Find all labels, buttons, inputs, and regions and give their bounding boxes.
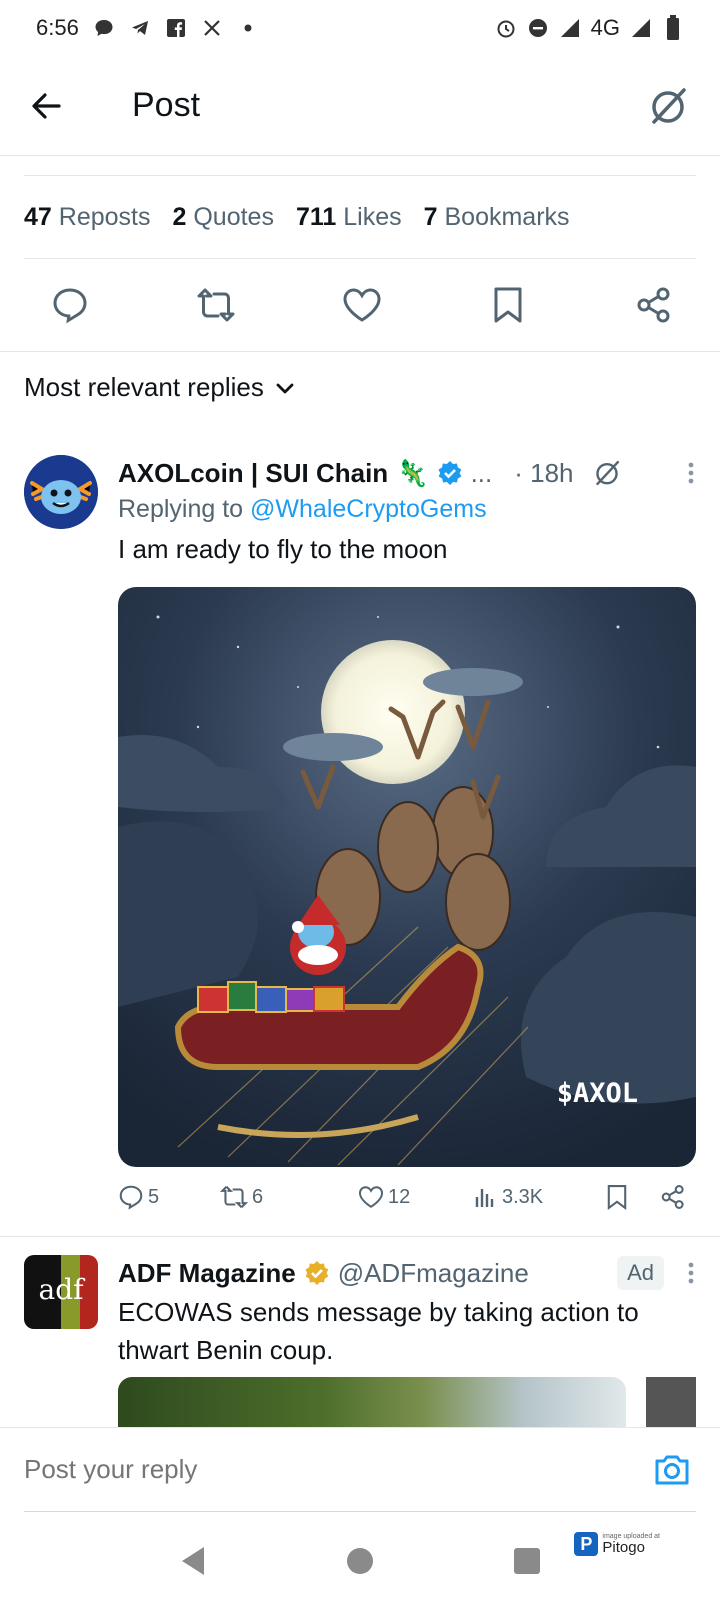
page-title: Post <box>132 86 201 124</box>
stat-quotes[interactable]: 2 Quotes <box>172 203 273 232</box>
replying-to: Replying to @WhaleCryptoGems <box>118 495 487 523</box>
bookmark-icon <box>494 287 522 323</box>
verified-badge-icon <box>438 461 461 485</box>
divider <box>0 1236 720 1237</box>
pitogo-watermark: P image uploaded at Pitogo <box>574 1532 660 1556</box>
nav-back-button[interactable] <box>173 1541 213 1581</box>
alarm-icon <box>495 17 517 39</box>
ad-author-name[interactable]: ADF Magazine <box>118 1258 296 1289</box>
reply-image[interactable]: $AXOL <box>118 587 696 1167</box>
triangle-back-icon <box>182 1547 205 1575</box>
bookmark-button[interactable] <box>484 281 532 329</box>
reply-input[interactable] <box>24 1454 648 1485</box>
grok-icon[interactable] <box>592 458 622 488</box>
reply-icon <box>53 288 87 324</box>
share-icon <box>661 1185 684 1209</box>
square-recents-icon <box>513 1548 540 1574</box>
axolotl-avatar-icon <box>24 455 98 529</box>
like-count-button[interactable]: 12 <box>358 1185 474 1209</box>
circle-home-icon <box>346 1548 373 1574</box>
name-ellipsis: ... <box>470 457 493 488</box>
dnd-icon <box>527 17 549 39</box>
share-button[interactable] <box>630 281 678 329</box>
like-button[interactable] <box>338 281 386 329</box>
stat-likes[interactable]: 711 Likes <box>296 203 402 232</box>
image-caption: $AXOL <box>556 1078 638 1109</box>
replying-handle-link[interactable]: @WhaleCryptoGems <box>250 495 487 523</box>
reply-icon <box>119 1185 143 1210</box>
ad-image[interactable] <box>118 1377 626 1427</box>
stat-reposts[interactable]: 47 Reposts <box>24 203 150 232</box>
reply-composer <box>0 1427 720 1522</box>
stat-bookmarks[interactable]: 7 Bookmarks <box>424 203 570 232</box>
status-time: 6:56 <box>36 15 79 40</box>
ad-image-secondary[interactable] <box>646 1377 696 1427</box>
like-icon <box>358 1186 384 1208</box>
status-bar: 6:56 4G <box>0 0 720 56</box>
reply-author-name[interactable]: AXOLcoin | SUI Chain <box>118 458 388 489</box>
verified-gold-badge-icon <box>305 1261 328 1285</box>
nav-home-button[interactable] <box>340 1541 380 1581</box>
chat-bubble-icon <box>93 17 115 39</box>
arrow-left-icon <box>32 92 61 119</box>
repost-button[interactable] <box>192 281 240 329</box>
bookmark-button[interactable] <box>606 1184 646 1210</box>
lizard-emoji: 🦎 <box>396 457 429 488</box>
views-icon <box>475 1189 494 1207</box>
grok-icon <box>652 87 686 124</box>
share-icon <box>637 287 670 323</box>
ad-avatar[interactable]: adf <box>24 1255 98 1329</box>
chevron-down-icon <box>276 383 294 393</box>
facebook-icon <box>165 17 187 39</box>
nav-recents-button[interactable] <box>507 1541 547 1581</box>
x-icon <box>201 17 223 39</box>
repost-icon <box>197 288 235 322</box>
post-stats: 47 Reposts 2 Quotes 711 Likes 7 Bookmark… <box>24 175 696 259</box>
dot-icon <box>237 17 259 39</box>
post-actions <box>24 259 696 351</box>
reply-count-button[interactable]: 5 <box>118 1184 220 1210</box>
ad-badge: Ad <box>617 1256 664 1290</box>
avatar[interactable] <box>24 455 98 529</box>
sort-label: Most relevant replies <box>24 372 264 402</box>
pitogo-logo-icon: P <box>574 1532 599 1556</box>
ad-text: ECOWAS sends message by taking action to… <box>118 1297 639 1365</box>
signal-icon <box>559 17 581 39</box>
more-options-icon[interactable] <box>686 460 696 486</box>
battery-icon <box>662 15 684 40</box>
like-icon <box>343 288 381 322</box>
ad-handle[interactable]: @ADFmagazine <box>338 1258 529 1289</box>
camera-button[interactable] <box>648 1446 696 1494</box>
signal-icon <box>630 17 652 39</box>
reply-time: · 18h <box>514 457 574 488</box>
repost-count-button[interactable]: 6 <box>220 1184 358 1210</box>
repost-icon <box>220 1186 248 1208</box>
divider <box>0 351 720 352</box>
reply-button[interactable] <box>46 281 94 329</box>
replies-sort-dropdown[interactable]: Most relevant replies <box>24 372 296 403</box>
views-count-button[interactable]: 3.3K <box>474 1185 606 1209</box>
share-button[interactable] <box>660 1184 686 1210</box>
camera-icon <box>655 1455 689 1484</box>
page-header: Post <box>0 56 720 156</box>
grok-button[interactable] <box>640 78 696 134</box>
network-type: 4G <box>590 15 620 40</box>
more-options-icon[interactable] <box>686 1260 696 1286</box>
bookmark-icon <box>607 1185 627 1210</box>
reply-metrics: 5 6 12 3.3K <box>118 1173 696 1221</box>
back-button[interactable] <box>18 78 74 134</box>
ad-avatar-logo: adf <box>38 1273 84 1306</box>
telegram-icon <box>129 17 151 39</box>
reply-text: I am ready to fly to the moon <box>118 534 448 564</box>
